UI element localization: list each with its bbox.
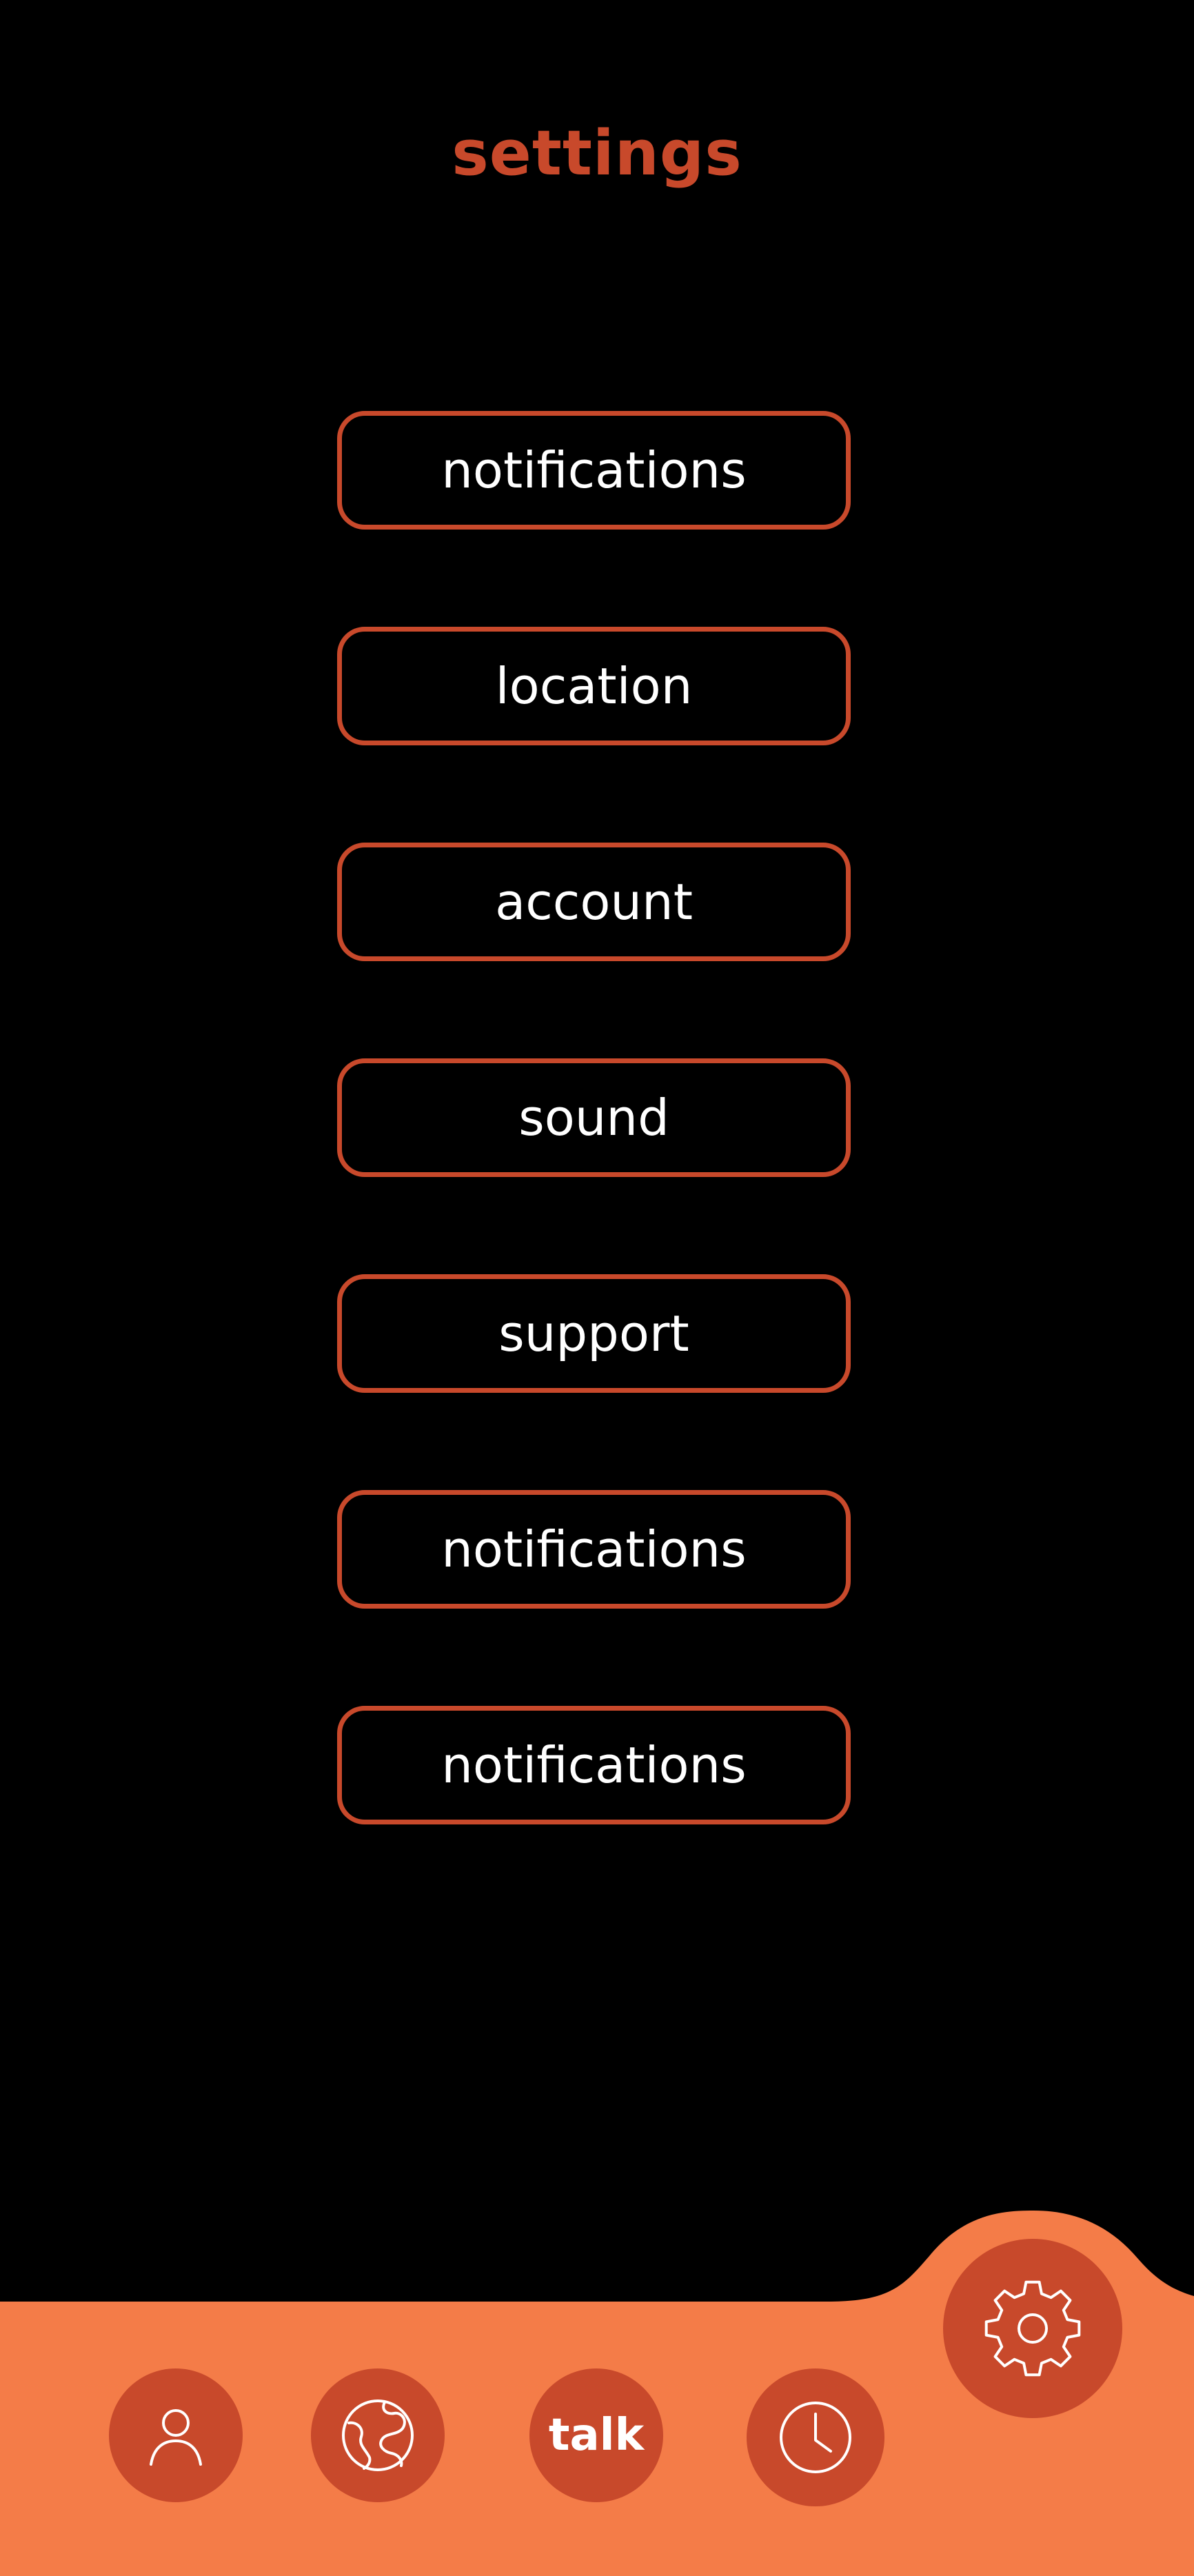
profile-icon: [150, 2409, 202, 2466]
globe-icon: [342, 2399, 414, 2471]
sound-button[interactable]: sound: [337, 1058, 851, 1177]
tab-settings[interactable]: [943, 2239, 1122, 2418]
location-button[interactable]: location: [337, 627, 851, 745]
support-button[interactable]: support: [337, 1274, 851, 1393]
tab-clock[interactable]: [747, 2368, 884, 2506]
gear-icon: [984, 2280, 1081, 2377]
notifications-button[interactable]: notifications: [337, 411, 851, 530]
page-title: settings: [452, 117, 742, 190]
notifications-button-3[interactable]: notifications: [337, 1706, 851, 1824]
talk-label: talk: [548, 2410, 645, 2461]
tab-profile[interactable]: [109, 2368, 243, 2502]
clock-icon: [780, 2402, 851, 2473]
tab-talk[interactable]: talk: [529, 2368, 663, 2502]
notifications-button-2[interactable]: notifications: [337, 1490, 851, 1609]
tab-globe[interactable]: [311, 2368, 445, 2502]
account-button[interactable]: account: [337, 843, 851, 961]
